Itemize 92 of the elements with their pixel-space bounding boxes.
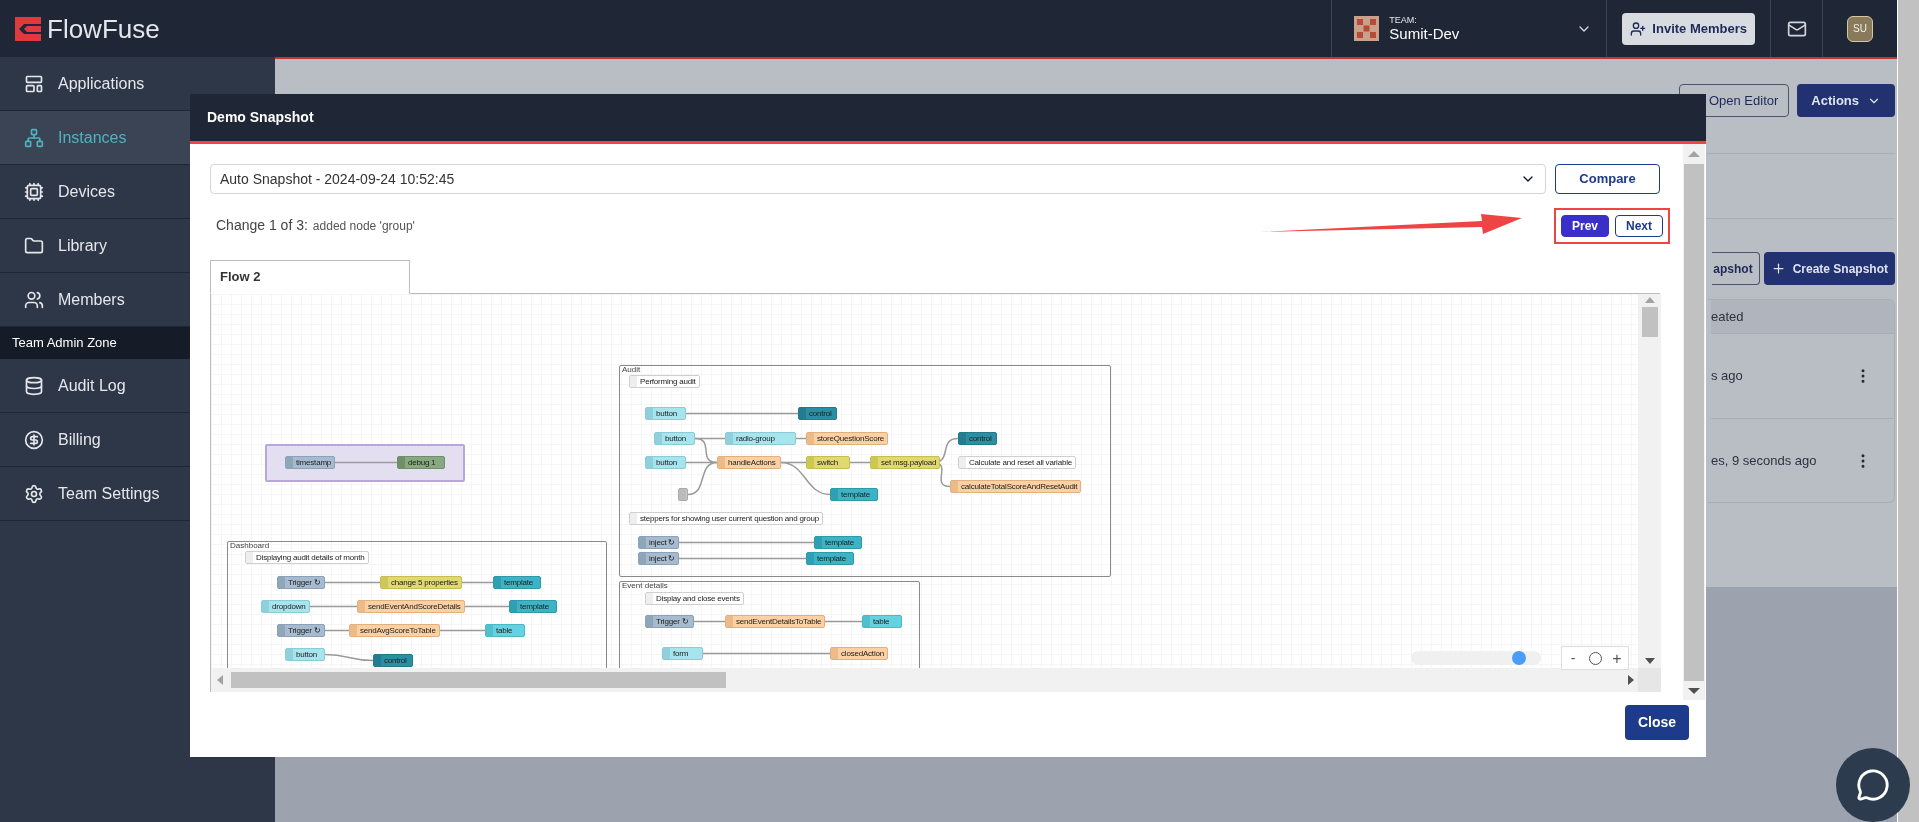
wire-line [849,461,871,464]
create-snapshot-button[interactable]: Create Snapshot [1763,252,1895,285]
flow-node[interactable]: table [485,624,525,637]
folder-icon [24,235,44,256]
team-label: TEAM: [1389,15,1418,25]
flow-node[interactable]: button [645,407,686,420]
wire-line [324,629,350,632]
wire-line [324,653,374,662]
snapshot-button[interactable]: apshot [1712,252,1760,285]
team-avatar-icon [1354,16,1380,41]
flow-node[interactable]: Trigger ↻ [277,576,325,589]
team-name: Sumit-Dev [1389,25,1461,42]
close-button[interactable]: Close [1625,705,1689,740]
flow-node[interactable]: button [654,432,695,445]
comment-node[interactable]: Performing audit [629,375,700,388]
group-title: Event details [622,581,668,591]
flow-node[interactable]: Trigger ↻ [645,615,694,628]
flow-node[interactable] [678,488,688,501]
logo-text: FlowFuse [47,15,160,42]
flow-node[interactable]: set msg.payload [870,456,941,469]
chat-icon [1856,768,1890,802]
flow-node[interactable]: Trigger ↻ [277,624,325,637]
wire-line [308,605,358,608]
chip-icon [24,181,44,202]
slider-thumb[interactable] [1511,651,1526,665]
zoom-out-button[interactable]: - [1562,647,1584,669]
wire-line [693,620,726,623]
database-icon [24,375,44,396]
flow-node[interactable]: calculateTotalScoreAndResetAudit [950,480,1082,493]
prev-button[interactable]: Prev [1560,214,1609,237]
flow-node[interactable]: button [285,648,325,661]
flow-node[interactable]: timestamp [285,456,336,469]
flow-node[interactable]: control [373,654,413,667]
flow-node[interactable]: control [958,432,997,445]
comment-node[interactable]: Calculate and reset all variable [958,456,1076,469]
flow-node[interactable]: template [814,536,862,549]
flow-node[interactable]: inject ↻ [638,536,680,549]
table-cell-text: es, 9 seconds ago [1711,451,1817,470]
flow-node[interactable]: sendAvgScoreToTable [349,624,440,637]
dialog-scrollbar[interactable] [1683,144,1705,700]
next-button[interactable]: Next [1615,214,1663,237]
wire-line [795,437,807,440]
flow-node[interactable]: sendEventDetailsToTable [725,615,826,628]
scrollbar-corner [1638,668,1661,692]
flow-node[interactable]: button [645,456,686,469]
flow-node[interactable]: switch [806,456,850,469]
flow-node[interactable]: template [493,576,541,589]
comment-node[interactable]: Displaying audit details of month [245,551,369,564]
add-user-icon [1630,20,1647,37]
zoom-in-button[interactable]: + [1606,647,1628,669]
flow-node[interactable]: control [798,407,837,420]
comment-node[interactable]: steppers for showing user current question and group [629,512,824,525]
group-title: Dashboard [230,541,270,551]
users-icon [24,289,44,310]
network-icon [24,127,44,148]
flow-node[interactable]: handleActions [717,456,781,469]
group-title: Audit [622,365,641,375]
flow-node[interactable]: template [806,552,854,565]
page-scrollbar[interactable] [1897,0,1919,822]
compare-button[interactable]: Compare [1555,164,1660,194]
flow-node[interactable]: template [509,600,557,613]
actions-button[interactable]: Actions [1797,84,1895,117]
team-selector[interactable]: TEAM: Sumit-Dev [1331,0,1607,57]
user-avatar[interactable]: SU [1847,15,1873,42]
change-detail: added node 'group' [312,218,415,235]
flow-node[interactable]: debug 1 [397,456,445,469]
flow-node[interactable]: dropdown [261,600,310,613]
flow-tab[interactable]: Flow 2 [210,260,410,294]
wire-line [333,461,398,464]
flow-node[interactable]: sendEventAndScoreDetails [357,600,465,613]
wire-line [324,581,381,584]
flow-node[interactable]: closedAction [830,647,888,660]
invite-members-button[interactable]: Invite Members [1622,12,1755,45]
canvas-horizontal-scrollbar[interactable] [211,668,1638,692]
flow-node[interactable]: radio-group [725,432,796,445]
canvas-vertical-scrollbar[interactable] [1638,294,1661,668]
flow-node[interactable]: storeQuestionScore [806,432,889,445]
comment-node[interactable]: Display and close events [645,592,744,605]
settings-icon [24,483,44,504]
flow-node[interactable]: change 5 properties [380,576,462,589]
zoom-slider[interactable] [1411,651,1541,665]
dollar-icon [24,429,44,450]
plus-icon [1770,261,1786,276]
flow-node[interactable]: template [830,488,878,501]
flow-node[interactable]: form [662,647,703,660]
flow-node[interactable]: table [862,615,902,628]
column-header: eated [1711,307,1744,326]
flow-node[interactable]: inject ↻ [638,552,680,565]
table-cell-text: s ago [1711,367,1743,386]
logo-icon [15,16,41,41]
snapshot-select[interactable]: Auto Snapshot - 2024-09-24 10:52:45 [210,164,1546,194]
layout-icon [24,73,44,94]
